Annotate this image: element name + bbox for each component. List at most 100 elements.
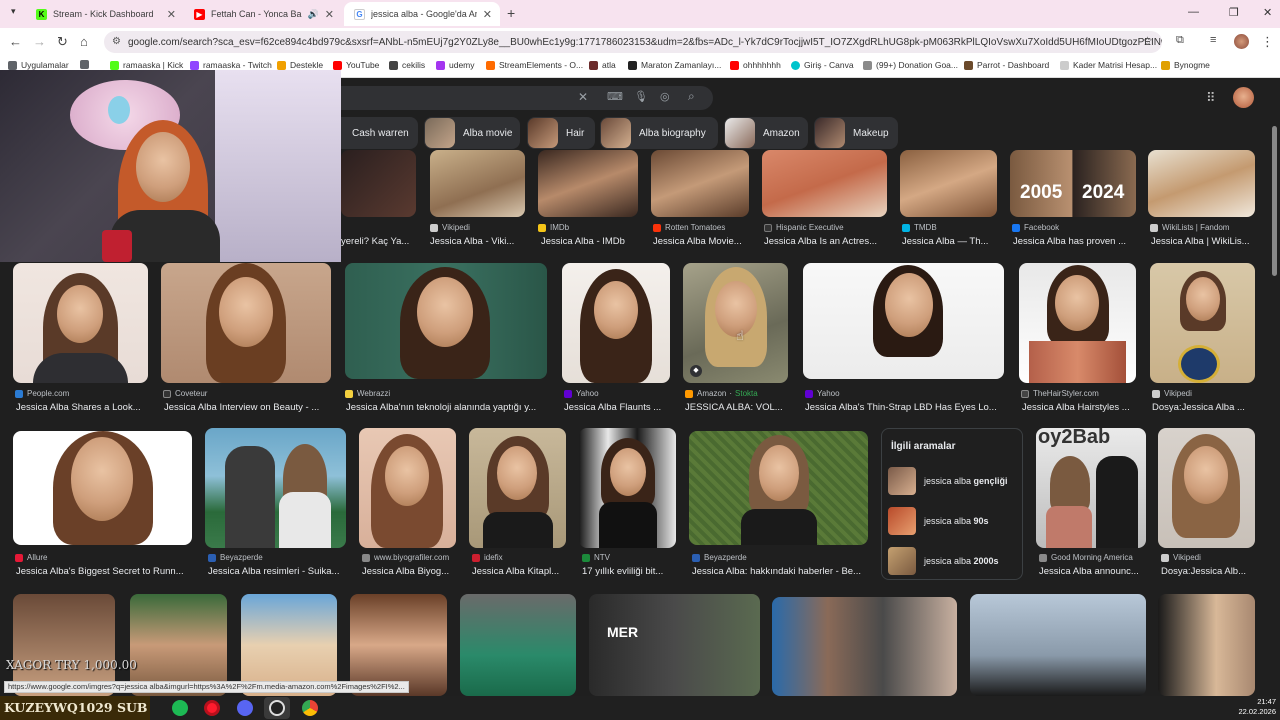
bookmark-ohhh[interactable]: ohhhhhhh xyxy=(730,60,781,70)
speaker-icon[interactable]: 🔊 xyxy=(308,9,319,20)
image-result[interactable]: Rotten Tomatoes Jessica Alba Movie... xyxy=(651,150,749,250)
bookmark-kick[interactable]: ramaaska | Kick xyxy=(110,60,183,70)
site-info-icon[interactable]: ⚙ xyxy=(112,36,121,47)
chrome-icon[interactable] xyxy=(302,700,318,716)
lens-camera-icon[interactable]: ◎ xyxy=(660,90,670,103)
image-result[interactable]: Vikipedi Jessica Alba - Viki... xyxy=(430,150,525,250)
image-result[interactable]: Vikipedi Dosya:Jessica Alb... xyxy=(1158,428,1255,581)
image-result[interactable]: Vikipedi Dosya:Jessica Alba ... xyxy=(1150,263,1255,418)
image-result[interactable]: People.com Jessica Alba Shares a Look... xyxy=(13,263,148,418)
bookmark-parrot[interactable]: Parrot - Dashboard xyxy=(964,60,1049,70)
image-result[interactable]: yereli? Kaç Ya... xyxy=(341,150,416,250)
microphone-icon[interactable]: 🎙 xyxy=(634,90,648,103)
obs-taskbar-button[interactable] xyxy=(264,697,290,719)
home-icon[interactable]: ⌂ xyxy=(80,34,88,49)
tab-youtube-video[interactable]: ▶ Fettah Can - Yonca Bahçesi 🔊 ✕ xyxy=(184,2,342,26)
image-result[interactable] xyxy=(1158,594,1255,696)
bookmark-udemy[interactable]: udemy xyxy=(436,60,475,70)
result-thumbnail xyxy=(13,263,148,383)
keyboard-icon[interactable]: ⌨ xyxy=(607,90,623,103)
bookmark-maraton[interactable]: Maraton Zamanlayı... xyxy=(628,60,721,70)
google-apps-grid-icon[interactable]: ⠿ xyxy=(1206,90,1216,106)
chip-thumbnail xyxy=(425,118,455,148)
related-search-item[interactable]: jessica alba gençliği xyxy=(888,466,1018,496)
image-result[interactable]: www.biyografiler.com Jessica Alba Biyog.… xyxy=(359,428,456,581)
media-control-icon[interactable]: ≡ xyxy=(1210,34,1216,46)
bookmark-youtube[interactable]: YouTube xyxy=(333,60,379,70)
image-result[interactable]: TMDB Jessica Alba — Th... xyxy=(900,150,997,250)
bookmark-star-icon[interactable]: ☆ xyxy=(1142,34,1153,48)
back-arrow-icon[interactable]: ← xyxy=(9,34,22,49)
photo-subject-face xyxy=(594,281,638,339)
minimize-window-icon[interactable]: — xyxy=(1188,6,1199,18)
discord-icon[interactable] xyxy=(237,700,253,716)
chip-alba-biography[interactable]: Alba biography xyxy=(600,117,718,149)
tab-search-icon[interactable]: ▾ xyxy=(11,6,16,17)
close-tab-icon[interactable]: ✕ xyxy=(167,8,176,21)
image-result[interactable]: idefix Jessica Alba Kitapl... xyxy=(469,428,566,581)
chip-amazon[interactable]: Amazon xyxy=(724,117,808,149)
image-result[interactable]: Yahoo Jessica Alba's Thin-Strap LBD Has … xyxy=(803,263,1004,418)
source-favicon-icon xyxy=(345,389,353,398)
tab-google-search[interactable]: G jessica alba - Google'da Ara ✕ xyxy=(344,2,500,26)
new-tab-plus-icon[interactable]: + xyxy=(507,5,515,21)
image-result[interactable]: Beyazperde Jessica Alba: hakkındaki habe… xyxy=(689,431,868,581)
image-result[interactable]: MER xyxy=(589,594,760,696)
image-result[interactable]: 2005 2024 Facebook Jessica Alba has prov… xyxy=(1010,150,1136,250)
clear-search-icon[interactable]: ✕ xyxy=(578,90,588,104)
source-favicon-icon xyxy=(1150,223,1158,232)
bookmark-donation[interactable]: (99+) Donation Goa... xyxy=(863,60,958,70)
result-source: Rotten Tomatoes xyxy=(653,223,725,232)
system-clock[interactable]: 21:47 22.02.2026 xyxy=(1232,697,1276,717)
bookmark-streamelements[interactable]: StreamElements - O... xyxy=(486,60,583,70)
related-search-item[interactable]: jessica alba 2000s xyxy=(888,546,1018,576)
image-result[interactable]: Coveteur Jessica Alba Interview on Beaut… xyxy=(161,263,331,418)
close-window-icon[interactable]: ✕ xyxy=(1263,6,1272,19)
image-result[interactable] xyxy=(460,594,576,696)
forward-arrow-icon[interactable]: → xyxy=(33,34,46,49)
scrollbar-thumb[interactable] xyxy=(1272,126,1277,276)
close-tab-icon[interactable]: ✕ xyxy=(483,8,492,21)
image-result[interactable]: NTV 17 yıllık evliliği bit... xyxy=(579,428,676,581)
image-result[interactable]: IMDb Jessica Alba - IMDb xyxy=(538,150,638,250)
page-scrollbar[interactable] xyxy=(1270,116,1280,696)
bookmark-apps[interactable]: Uygulamalar xyxy=(8,60,69,70)
image-result[interactable]: WikiLists | Fandom Jessica Alba | WikiLi… xyxy=(1148,150,1255,250)
restore-window-icon[interactable]: ❐ xyxy=(1229,6,1239,19)
image-result[interactable]: oy2Bab Good Morning America Jessica Alba… xyxy=(1036,428,1146,581)
donation-icon xyxy=(863,60,872,70)
chip-cash-warren[interactable]: Cash warren xyxy=(332,117,418,149)
search-icon[interactable]: ⌕ xyxy=(688,89,695,104)
browser-menu-icon[interactable]: ⋮ xyxy=(1261,34,1274,50)
bookmark-bynogme[interactable]: Bynogme xyxy=(1161,60,1210,70)
extensions-icon[interactable]: ⧉ xyxy=(1176,34,1184,47)
bookmark-kader[interactable]: Kader Matrisi Hesap... xyxy=(1060,60,1157,70)
chip-hair[interactable]: Hair xyxy=(527,117,595,149)
result-thumbnail xyxy=(13,431,192,545)
address-bar[interactable]: ⚙ google.com/search?sca_esv=f62ce894c4bd… xyxy=(104,31,1162,53)
image-result[interactable]: TheHairStyler.com Jessica Alba Hairstyle… xyxy=(1019,263,1136,418)
chip-alba-movie[interactable]: Alba movie xyxy=(424,117,520,149)
image-result[interactable] xyxy=(772,597,957,696)
opera-icon[interactable] xyxy=(204,700,220,716)
reload-icon[interactable]: ↻ xyxy=(57,34,68,50)
bookmark-atla[interactable]: atla xyxy=(589,60,616,70)
google-account-avatar[interactable] xyxy=(1233,87,1254,108)
bookmark-destekle[interactable]: Destekle xyxy=(277,60,323,70)
bookmark-canva[interactable]: Giriş - Canva xyxy=(791,60,854,70)
chip-makeup[interactable]: Makeup xyxy=(814,117,898,149)
image-result[interactable] xyxy=(970,594,1146,696)
image-result[interactable]: Webrazzi Jessica Alba'nın teknoloji alan… xyxy=(345,263,547,418)
image-result[interactable]: Beyazperde Jessica Alba resimleri - Suik… xyxy=(205,428,346,581)
image-result[interactable]: Hispanic Executive Jessica Alba Is an Ac… xyxy=(762,150,887,250)
bookmark-cekilis[interactable]: cekilis xyxy=(389,60,425,70)
bookmark-grid[interactable] xyxy=(80,60,93,69)
bookmark-twitch[interactable]: ramaaska - Twitch xyxy=(190,60,272,70)
close-tab-icon[interactable]: ✕ xyxy=(325,8,334,21)
spotify-icon[interactable] xyxy=(172,700,188,716)
profile-avatar[interactable] xyxy=(1234,34,1249,49)
tab-kick-dashboard[interactable]: K Stream - Kick Dashboard ✕ xyxy=(26,2,184,26)
image-result[interactable]: Yahoo Jessica Alba Flaunts ... xyxy=(562,263,670,418)
image-result[interactable]: Allure Jessica Alba's Biggest Secret to … xyxy=(13,431,192,581)
related-search-item[interactable]: jessica alba 90s xyxy=(888,506,1018,536)
